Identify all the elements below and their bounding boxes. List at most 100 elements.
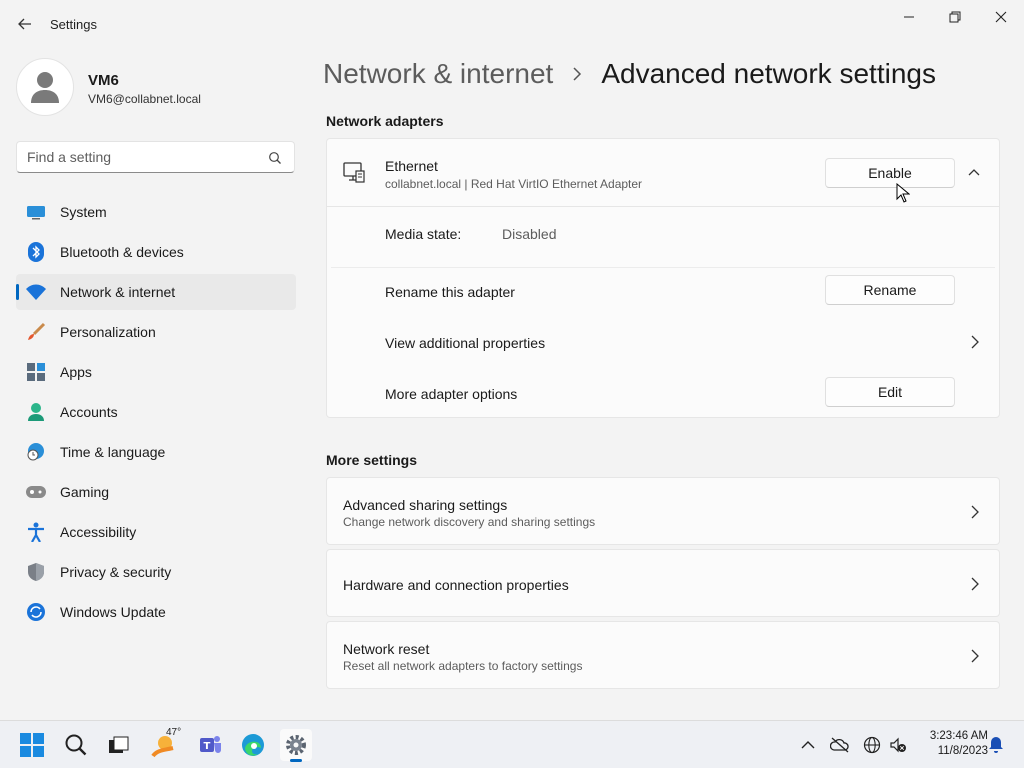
notifications-button[interactable] xyxy=(986,735,1006,755)
media-state-row: Media state: Disabled xyxy=(327,226,999,246)
more-adapter-options-label: More adapter options xyxy=(385,386,518,402)
sidebar-item-accounts[interactable]: Accounts xyxy=(16,394,296,430)
globe-clock-icon xyxy=(26,442,46,462)
advanced-sharing-settings-card[interactable]: Advanced sharing settings Change network… xyxy=(326,477,1000,545)
teams-app-button[interactable]: T xyxy=(194,729,226,761)
edge-browser-icon xyxy=(242,734,264,756)
onedrive-tray-icon[interactable] xyxy=(830,735,850,755)
windows-logo-icon xyxy=(20,733,44,757)
search-box xyxy=(16,141,295,173)
chevron-up-icon[interactable] xyxy=(967,165,981,179)
clock-date: 11/8/2023 xyxy=(937,745,988,757)
globe-icon xyxy=(863,736,881,754)
minimize-button[interactable] xyxy=(886,6,932,28)
update-icon xyxy=(26,602,46,622)
paintbrush-icon xyxy=(26,322,46,342)
sidebar-item-time-language[interactable]: Time & language xyxy=(16,434,296,470)
apps-icon xyxy=(26,362,46,382)
sidebar-item-label: Privacy & security xyxy=(60,564,172,580)
restore-icon xyxy=(949,11,961,23)
sidebar-item-apps[interactable]: Apps xyxy=(16,354,296,390)
show-hidden-icons-button[interactable] xyxy=(798,735,818,755)
weather-widget[interactable]: 47° xyxy=(148,727,182,761)
shield-icon xyxy=(26,562,46,582)
sidebar-item-bluetooth[interactable]: Bluetooth & devices xyxy=(16,234,296,270)
sidebar-item-label: Gaming xyxy=(60,484,110,500)
sidebar-item-personalization[interactable]: Personalization xyxy=(16,314,296,350)
sidebar-item-privacy[interactable]: Privacy & security xyxy=(16,554,296,590)
setting-subtitle: Change network discovery and sharing set… xyxy=(343,515,596,529)
search-icon[interactable] xyxy=(268,151,282,170)
teams-icon: T xyxy=(200,736,221,753)
close-button[interactable] xyxy=(978,6,1024,28)
sidebar-item-label: Bluetooth & devices xyxy=(60,244,184,260)
user-avatar-icon xyxy=(31,72,59,103)
more-settings-heading: More settings xyxy=(326,452,418,468)
settings-app-button[interactable] xyxy=(280,729,312,762)
back-arrow-icon xyxy=(18,18,31,30)
network-reset-card[interactable]: Network reset Reset all network adapters… xyxy=(326,621,1000,689)
rename-button[interactable]: Rename xyxy=(825,275,955,305)
view-properties-label: View additional properties xyxy=(385,335,546,351)
taskbar-clock[interactable]: 3:23:46 AM 11/8/2023 xyxy=(912,729,988,759)
sidebar-item-network[interactable]: Network & internet xyxy=(16,274,296,310)
enable-button[interactable]: Enable xyxy=(825,158,955,188)
close-icon xyxy=(995,11,1007,23)
person-icon xyxy=(26,402,46,422)
edit-button[interactable]: Edit xyxy=(825,377,955,407)
sidebar-item-gaming[interactable]: Gaming xyxy=(16,474,296,510)
rename-adapter-label: Rename this adapter xyxy=(385,284,515,300)
media-state-value: Disabled xyxy=(502,226,557,242)
clock-time: 3:23:46 AM xyxy=(929,730,988,742)
mouse-cursor-icon xyxy=(896,183,910,203)
media-state-label: Media state: xyxy=(385,226,462,242)
sidebar-item-label: Time & language xyxy=(60,444,166,460)
network-tray-icon[interactable] xyxy=(862,735,882,755)
task-view-icon xyxy=(109,736,129,753)
sidebar-item-system[interactable]: System xyxy=(16,194,296,230)
svg-text:T: T xyxy=(204,741,211,752)
sidebar-item-windows-update[interactable]: Windows Update xyxy=(16,594,296,630)
user-name: VM6 xyxy=(88,72,119,89)
taskbar-search-button[interactable] xyxy=(60,729,92,761)
chevron-right-icon xyxy=(971,649,979,663)
system-icon xyxy=(26,202,46,222)
sidebar-item-label: Personalization xyxy=(60,324,156,340)
hardware-connection-properties-card[interactable]: Hardware and connection properties xyxy=(326,549,1000,617)
chevron-right-icon xyxy=(971,505,979,519)
start-button[interactable] xyxy=(16,729,48,761)
gear-icon xyxy=(286,735,306,755)
bluetooth-icon xyxy=(26,242,46,262)
sidebar-item-label: Apps xyxy=(60,364,92,380)
sidebar-item-accessibility[interactable]: Accessibility xyxy=(16,514,296,550)
sidebar-item-label: Windows Update xyxy=(60,604,166,620)
network-adapters-heading: Network adapters xyxy=(326,113,444,129)
weather-temperature: 47° xyxy=(166,727,182,738)
back-button[interactable] xyxy=(14,13,36,35)
edge-browser-button[interactable] xyxy=(237,729,269,761)
minimize-icon xyxy=(904,16,914,18)
sidebar-item-label: Accounts xyxy=(60,404,118,420)
title-bar: Settings xyxy=(0,0,1024,48)
gamepad-icon xyxy=(26,482,46,502)
avatar xyxy=(16,58,74,116)
wifi-icon xyxy=(26,282,46,302)
chevron-right-icon[interactable] xyxy=(969,335,981,349)
search-input[interactable] xyxy=(27,149,262,165)
volume-tray-icon[interactable] xyxy=(888,735,908,755)
bell-icon xyxy=(989,737,1003,753)
chevron-right-icon xyxy=(971,577,979,591)
adapter-description: collabnet.local | Red Hat VirtIO Etherne… xyxy=(385,177,643,191)
task-view-button[interactable] xyxy=(103,729,135,761)
setting-title: Hardware and connection properties xyxy=(343,577,569,593)
setting-subtitle: Reset all network adapters to factory se… xyxy=(343,659,583,673)
search-icon xyxy=(65,734,87,756)
setting-title: Network reset xyxy=(343,641,430,657)
ethernet-adapter-card: Ethernet collabnet.local | Red Hat VirtI… xyxy=(326,138,1000,418)
breadcrumb-parent[interactable]: Network & internet xyxy=(323,58,553,90)
taskbar: 47° T 3:23:46 AM 11/8/2023 xyxy=(0,720,1024,768)
restore-button[interactable] xyxy=(932,6,978,28)
user-email: VM6@collabnet.local xyxy=(88,92,201,106)
setting-title: Advanced sharing settings xyxy=(343,497,508,513)
page-title: Advanced network settings xyxy=(601,58,936,89)
